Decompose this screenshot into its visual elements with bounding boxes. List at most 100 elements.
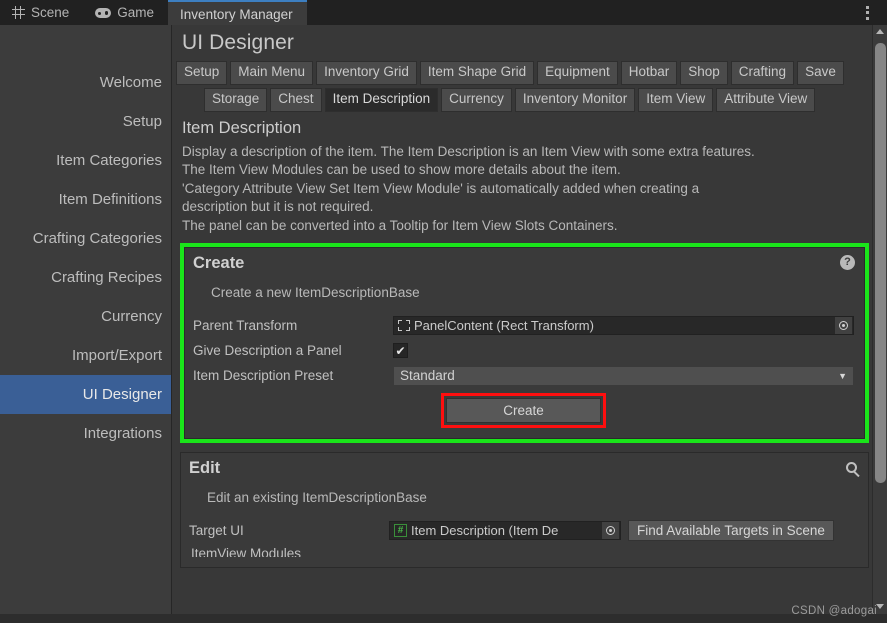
tab-inventory-monitor[interactable]: Inventory Monitor xyxy=(514,87,636,112)
give-panel-row: Give Description a Panel ✔ xyxy=(193,339,854,362)
tab-label: Inventory Grid xyxy=(324,64,409,79)
sidebar-item-label: Integrations xyxy=(83,425,162,442)
tab-label: Setup xyxy=(184,64,220,79)
target-ui-row: Target UI # Item Description (Item De Fi… xyxy=(189,519,858,542)
tab-inventory-manager[interactable]: Inventory Manager xyxy=(168,0,307,25)
tab-game-label: Game xyxy=(117,5,155,20)
rect-transform-icon xyxy=(398,320,410,332)
create-button-highlight: Create xyxy=(441,393,606,429)
tab-scene[interactable]: Scene xyxy=(0,0,83,25)
tab-scene-label: Scene xyxy=(31,5,70,20)
tab-label: Equipment xyxy=(545,64,610,79)
tab-item-description[interactable]: Item Description xyxy=(324,87,439,112)
give-panel-label: Give Description a Panel xyxy=(193,343,342,359)
tab-shop[interactable]: Shop xyxy=(680,61,728,85)
chevron-down-icon: ▼ xyxy=(838,370,847,381)
tab-equipment[interactable]: Equipment xyxy=(537,61,618,85)
grid-icon xyxy=(12,6,25,19)
sidebar-item-item-definitions[interactable]: Item Definitions xyxy=(0,180,171,219)
unity-editor-window: Scene Game Inventory Manager Welcome Set… xyxy=(0,0,887,623)
tab-label: Hotbar xyxy=(628,64,670,79)
tab-label: Item View xyxy=(646,90,706,106)
edit-panel-heading: Edit xyxy=(189,459,221,478)
description-body: Display a description of the item. The I… xyxy=(182,143,755,233)
tab-attribute-view[interactable]: Attribute View xyxy=(716,87,816,112)
sidebar-item-label: Crafting Categories xyxy=(32,230,162,247)
sidebar-item-label: Item Categories xyxy=(56,152,162,169)
tab-main-menu[interactable]: Main Menu xyxy=(230,61,314,85)
sidebar-item-ui-designer[interactable]: UI Designer xyxy=(0,375,171,414)
target-ui-label: Target UI xyxy=(189,523,244,539)
sidebar-item-label: Welcome xyxy=(99,74,162,91)
create-panel-heading: Create xyxy=(193,254,245,273)
tab-label: Shop xyxy=(688,64,720,79)
category-tabs-row-2: Storage Chest Item Description Currency … xyxy=(172,87,887,112)
kebab-menu-icon[interactable] xyxy=(855,0,879,25)
search-button[interactable] xyxy=(844,460,859,475)
tab-inventory-grid[interactable]: Inventory Grid xyxy=(316,61,417,85)
sidebar-item-label: Setup xyxy=(122,113,162,130)
main-content: UI Designer Setup Main Menu Inventory Gr… xyxy=(172,25,887,623)
sidebar-item-integrations[interactable]: Integrations xyxy=(0,414,171,453)
help-button[interactable]: ? xyxy=(840,255,855,271)
tab-game[interactable]: Game xyxy=(83,0,168,25)
give-panel-checkbox[interactable]: ✔ xyxy=(393,343,408,359)
tab-label: Save xyxy=(805,64,836,79)
sidebar-item-setup[interactable]: Setup xyxy=(0,102,171,141)
panels-area: ? Create Create a new ItemDescriptionBas… xyxy=(172,235,887,569)
object-picker-icon[interactable] xyxy=(602,522,619,540)
tab-save[interactable]: Save xyxy=(797,61,844,85)
tab-hotbar[interactable]: Hotbar xyxy=(620,61,678,85)
tab-label: Storage xyxy=(212,90,260,106)
sidebar-item-import-export[interactable]: Import/Export xyxy=(0,336,171,375)
tab-label: Item Description xyxy=(332,90,431,106)
scroll-up-arrow[interactable] xyxy=(873,25,887,38)
sidebar-item-label: UI Designer xyxy=(82,386,162,403)
parent-transform-label: Parent Transform xyxy=(193,318,298,334)
tab-item-shape-grid[interactable]: Item Shape Grid xyxy=(419,61,535,85)
find-targets-button[interactable]: Find Available Targets in Scene xyxy=(628,520,834,542)
tab-crafting[interactable]: Crafting xyxy=(730,61,795,85)
edit-panel: Edit Edit an existing ItemDescriptionBas… xyxy=(180,452,869,569)
parent-transform-value: PanelContent (Rect Transform) xyxy=(414,318,594,334)
target-ui-field[interactable]: # Item Description (Item De xyxy=(389,521,621,541)
tab-setup[interactable]: Setup xyxy=(176,61,228,85)
tab-storage[interactable]: Storage xyxy=(204,87,268,112)
target-ui-value: Item Description (Item De xyxy=(411,523,559,539)
sidebar-item-crafting-recipes[interactable]: Crafting Recipes xyxy=(0,258,171,297)
preset-value: Standard xyxy=(400,368,455,384)
tab-chest[interactable]: Chest xyxy=(270,87,322,112)
object-picker-icon[interactable] xyxy=(835,317,852,335)
tab-currency[interactable]: Currency xyxy=(441,87,512,112)
sidebar-item-crafting-categories[interactable]: Crafting Categories xyxy=(0,219,171,258)
tab-label: Chest xyxy=(278,90,314,106)
tab-label: Main Menu xyxy=(238,64,306,79)
itemview-modules-label: ItemView Modules xyxy=(191,546,302,558)
create-button-row: Create xyxy=(193,393,854,429)
tab-item-view[interactable]: Item View xyxy=(638,87,714,112)
category-tabs-row-1: Setup Main Menu Inventory Grid Item Shap… xyxy=(172,61,887,85)
sidebar-item-label: Import/Export xyxy=(71,347,162,364)
create-panel: ? Create Create a new ItemDescriptionBas… xyxy=(184,247,865,440)
create-panel-highlight: ? Create Create a new ItemDescriptionBas… xyxy=(180,243,869,444)
sidebar-item-label: Currency xyxy=(101,308,162,325)
create-button[interactable]: Create xyxy=(446,398,601,424)
description-section: Item Description Display a description o… xyxy=(172,115,887,236)
tab-label: Inventory Monitor xyxy=(522,90,628,106)
script-icon: # xyxy=(394,524,407,538)
preset-row: Item Description Preset Standard ▼ xyxy=(193,364,854,387)
tab-label: Crafting xyxy=(738,64,787,79)
scrollbar-thumb[interactable] xyxy=(875,43,886,483)
sidebar-item-welcome[interactable]: Welcome xyxy=(0,63,171,102)
preset-dropdown[interactable]: Standard ▼ xyxy=(393,365,854,386)
tab-label: Item Shape Grid xyxy=(427,64,527,79)
sidebar-item-item-categories[interactable]: Item Categories xyxy=(0,141,171,180)
sidebar-item-currency[interactable]: Currency xyxy=(0,297,171,336)
description-heading: Item Description xyxy=(182,118,302,137)
tab-label: Currency xyxy=(449,90,504,106)
parent-transform-field[interactable]: PanelContent (Rect Transform) xyxy=(393,316,854,336)
tab-inventory-manager-label: Inventory Manager xyxy=(180,7,293,22)
vertical-scrollbar[interactable] xyxy=(872,25,887,623)
watermark: CSDN @adogai xyxy=(791,605,877,617)
page-title: UI Designer xyxy=(182,31,294,54)
